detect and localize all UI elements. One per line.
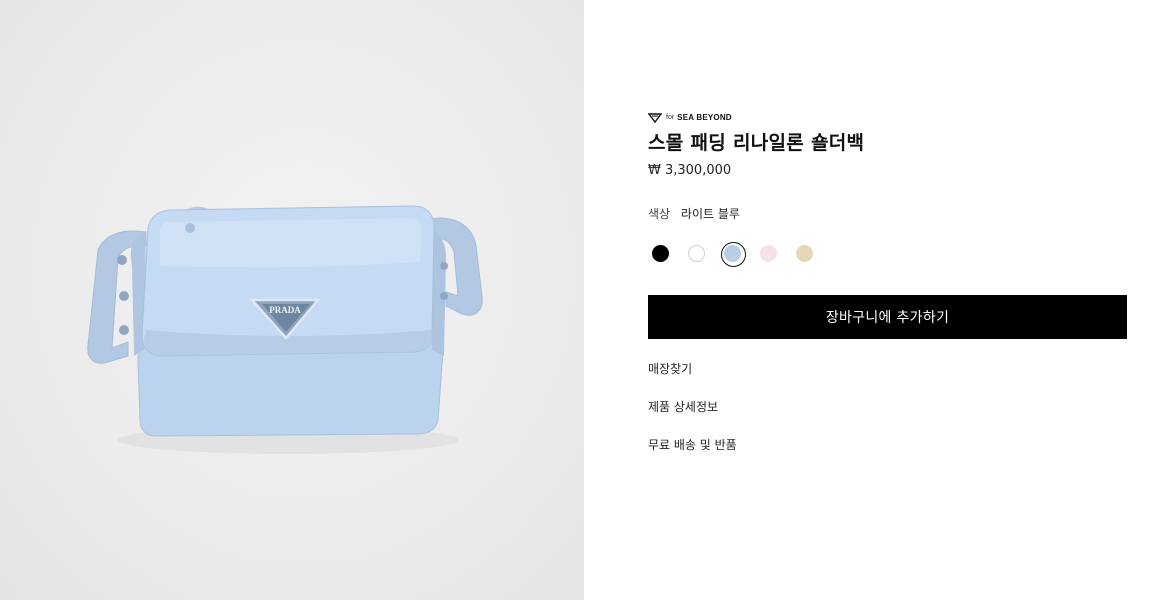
product-details-link[interactable]: 제품 상세정보 xyxy=(648,398,718,415)
color-value: 라이트 블루 xyxy=(680,207,740,221)
product-price: ₩ 3,300,000 xyxy=(648,163,732,178)
shoulder-bag-image: PRADA xyxy=(87,205,483,454)
sea-beyond-heart-icon xyxy=(647,108,663,127)
color-label: 색상 xyxy=(648,207,671,221)
prada-logo-text: PRADA xyxy=(269,305,301,315)
product-page: PRADA for SEA BEYOND 스몰 패딩 리나일론 숄더백 ₩ 3,… xyxy=(0,0,1166,600)
product-title: 스몰 패딩 리나일론 숄더백 xyxy=(648,132,865,154)
sea-beyond-badge: for SEA BEYOND xyxy=(647,111,732,123)
product-image[interactable]: PRADA xyxy=(0,0,584,600)
color-swatches xyxy=(652,242,822,267)
brand-name: SEA BEYOND xyxy=(677,112,732,122)
color-swatch-beige[interactable] xyxy=(796,245,813,262)
color-swatch-white[interactable] xyxy=(688,245,705,262)
color-swatch-black[interactable] xyxy=(652,245,669,262)
color-swatch-light-blue[interactable] xyxy=(721,242,746,267)
color-swatch-pink[interactable] xyxy=(760,245,777,262)
shipping-returns-link[interactable]: 무료 배송 및 반품 xyxy=(648,436,737,453)
brand-for-text: for xyxy=(666,113,675,121)
find-store-link[interactable]: 매장찾기 xyxy=(648,360,692,377)
color-selection: 색상 라이트 블루 xyxy=(648,205,740,222)
add-to-cart-button[interactable]: 장바구니에 추가하기 xyxy=(648,295,1127,339)
product-info-panel: for SEA BEYOND 스몰 패딩 리나일론 숄더백 ₩ 3,300,00… xyxy=(647,0,1128,600)
